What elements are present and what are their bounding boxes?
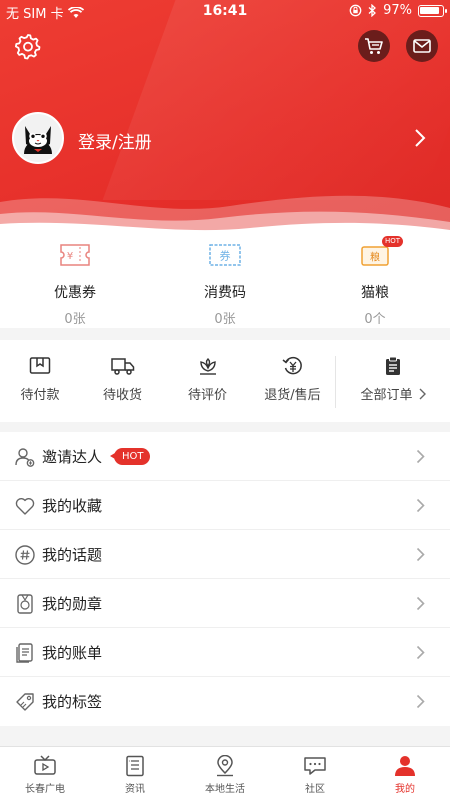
chevron-right-icon [416,449,425,464]
cat-avatar-icon [14,114,62,162]
order-label: 待收货 [102,388,142,403]
invite-icon [15,448,35,467]
order-label: 待评价 [187,388,227,403]
wallet-icon [29,357,51,374]
profile-header: 无 SIM 卡 16:41 97% 登录/注册 [0,0,450,232]
order-pending-payment[interactable]: 待付款 [0,340,80,422]
tab-mine[interactable]: 我的 [360,747,450,800]
wallet-coupon[interactable]: ¥ 优惠券 0张 [0,232,150,328]
cart-icon [365,38,383,54]
cat-food-icon: 粮 HOT [358,236,404,268]
battery-icon [418,4,447,17]
tab-changchun-tv[interactable]: 长春广电 [0,747,90,800]
menu-label: 我的账单 [42,643,103,662]
heart-icon [15,498,35,515]
menu-item-topics[interactable]: 我的话题 [0,530,450,579]
tab-label: 资讯 [125,784,145,795]
order-pending-receipt[interactable]: 待收货 [80,340,165,422]
menu-label: 邀请达人 [42,447,103,466]
tab-news[interactable]: 资讯 [90,747,180,800]
all-orders-label-row: 全部订单 [360,384,426,403]
chevron-right-icon [416,547,425,562]
chevron-right-icon [416,596,425,611]
location-icon [217,755,233,777]
login-register-link[interactable]: 登录/注册 [78,128,152,153]
avatar[interactable] [12,112,64,164]
wallet-label: 消费码 [204,285,246,301]
menu-item-bills[interactable]: 我的账单 [0,628,450,677]
chevron-right-icon [416,694,425,709]
menu-label: 我的收藏 [42,496,103,515]
menu-label: 我的勋章 [42,594,103,613]
all-orders-label: 全部订单 [360,388,413,403]
news-icon [126,755,144,777]
review-icon [199,358,216,375]
wallet-value: 0张 [214,312,236,327]
wallet-value: 0个 [364,312,386,327]
settings-button[interactable] [14,32,42,60]
coupon-icon-glyph: ¥ [67,251,73,262]
truck-icon [110,358,134,375]
orders-row: 待付款 待收货 待评价 退货/售后 全部订单 [0,340,450,422]
rotation-lock-icon [349,4,362,17]
order-label: 待付款 [20,388,60,403]
wallet-value: 0张 [64,312,86,327]
header-waves [0,195,450,232]
battery-text: 97% [383,3,412,18]
message-button[interactable] [406,30,438,62]
tab-local-life[interactable]: 本地生活 [180,747,270,800]
clipboard-icon [386,356,400,375]
all-orders-button[interactable]: 全部订单 [336,340,450,422]
wallet-cat-food[interactable]: 粮 HOT 猫粮 0个 [300,232,450,328]
chevron-right-icon [416,498,425,513]
mail-icon [413,39,431,53]
header-sheen [102,0,450,200]
gear-icon [15,34,41,60]
status-bar: 无 SIM 卡 16:41 97% [0,0,450,24]
wallet-label: 猫粮 [361,285,389,301]
tab-label: 我的 [395,784,415,795]
tab-label: 社区 [305,784,325,795]
hashtag-icon [15,545,35,565]
person-icon [395,756,415,776]
hot-badge: HOT [110,448,150,465]
chevron-right-icon[interactable] [414,128,426,152]
medal-icon [17,594,33,614]
menu-item-medals[interactable]: 我的勋章 [0,579,450,628]
menu-item-favorites[interactable]: 我的收藏 [0,481,450,530]
chevron-right-icon [416,645,425,660]
wallet-row: ¥ 优惠券 0张 券 消费码 0张 粮 HOT 猫粮 0个 [0,232,450,328]
menu-item-tags[interactable]: 我的标签 [0,677,450,726]
order-after-sales[interactable]: 退货/售后 [250,340,335,422]
wallet-label: 优惠券 [54,285,96,301]
cart-button[interactable] [358,30,390,62]
tag-icon [16,693,34,711]
order-label: 退货/售后 [264,388,321,403]
order-pending-review[interactable]: 待评价 [165,340,250,422]
tab-community[interactable]: 社区 [270,747,360,800]
tab-bar: 长春广电 资讯 本地生活 社区 我的 [0,746,450,800]
chat-icon [304,757,326,775]
tab-label: 本地生活 [205,784,245,795]
coupon-icon: ¥ [58,242,92,268]
wallet-consumption-code[interactable]: 券 消费码 0张 [150,232,300,328]
menu-label: 我的标签 [42,693,103,711]
hot-badge: HOT [382,236,404,247]
tab-label: 长春广电 [25,784,65,795]
menu-list: 邀请达人 HOT 我的收藏 我的话题 我的勋章 我的账单 我的标签 [0,432,450,726]
voucher-icon: 券 [208,242,242,268]
cat-food-icon-glyph: 粮 [370,251,380,264]
menu-label: 我的话题 [42,545,103,564]
chevron-right-icon [419,388,426,399]
bluetooth-icon [368,4,377,17]
status-right: 97% [349,3,447,18]
voucher-icon-glyph: 券 [220,249,231,263]
menu-item-invite[interactable]: 邀请达人 HOT [0,432,450,481]
refund-icon [282,356,302,375]
bill-icon [16,643,33,663]
tv-icon [34,755,56,775]
